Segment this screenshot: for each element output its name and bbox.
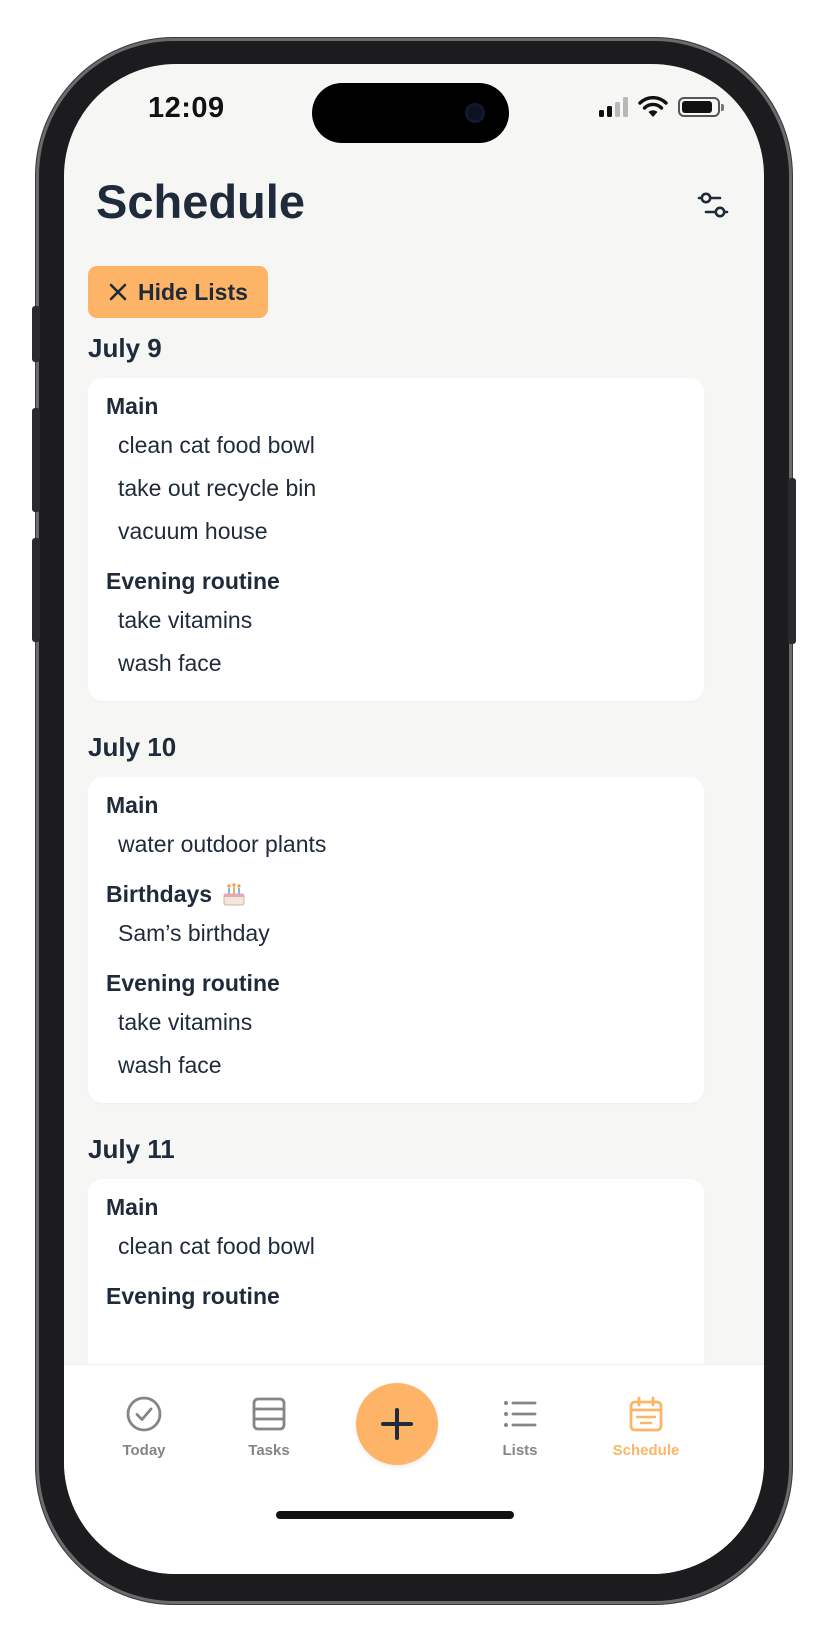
battery-icon <box>678 97 724 117</box>
task-item[interactable]: take out recycle bin <box>106 467 686 510</box>
calendar-icon <box>629 1396 663 1432</box>
tab-lists[interactable]: Lists <box>470 1395 570 1459</box>
volume-down-button <box>32 538 40 642</box>
close-icon <box>109 283 127 301</box>
tab-today[interactable]: Today <box>94 1395 194 1459</box>
tab-today-label: Today <box>122 1442 166 1459</box>
camera-icon <box>465 103 485 123</box>
home-indicator <box>276 1511 514 1519</box>
app-screen: 12:09 Schedule Hide Lists July 9 Main cl… <box>64 64 764 1574</box>
list-name: Main <box>106 1194 159 1220</box>
tab-schedule-label: Schedule <box>612 1442 680 1459</box>
list-name-with-emoji: Birthdays <box>106 876 686 912</box>
wifi-icon <box>638 96 668 117</box>
task-item[interactable]: vacuum house <box>106 510 686 553</box>
tab-lists-label: Lists <box>502 1442 538 1459</box>
list-icon <box>504 1401 537 1427</box>
filter-button[interactable] <box>696 188 730 222</box>
action-button <box>32 306 40 362</box>
check-circle-icon <box>126 1396 162 1432</box>
hide-lists-button[interactable]: Hide Lists <box>88 266 268 318</box>
task-item[interactable]: Sam’s birthday <box>106 912 686 955</box>
list-name: Evening routine <box>106 970 280 996</box>
page-title: Schedule <box>96 175 305 228</box>
task-item[interactable]: clean cat food bowl <box>106 424 686 467</box>
hide-lists-label: Hide Lists <box>138 278 248 305</box>
tab-bar: Today Tasks Lists Schedule <box>64 1364 764 1574</box>
task-item[interactable]: water outdoor plants <box>106 823 686 866</box>
task-item[interactable]: take vitamins <box>106 599 686 642</box>
list-name: Evening routine <box>106 1283 280 1309</box>
list-name: Main <box>106 393 159 419</box>
schedule-list: July 9 Main clean cat food bowl take out… <box>88 332 704 1480</box>
dynamic-island <box>312 83 509 143</box>
tab-tasks-label: Tasks <box>248 1442 290 1459</box>
day-card: Main clean cat food bowl take out recycl… <box>88 378 704 701</box>
tab-schedule[interactable]: Schedule <box>596 1395 696 1459</box>
list-name: Evening routine <box>106 568 280 594</box>
add-button[interactable] <box>356 1383 438 1465</box>
cellular-signal-icon <box>599 97 628 117</box>
list-name-text: Birthdays <box>106 881 213 907</box>
list-name: Main <box>106 792 159 818</box>
task-item[interactable]: take vitamins <box>106 1001 686 1044</box>
status-time: 12:09 <box>148 92 225 124</box>
power-button <box>788 478 796 644</box>
volume-up-button <box>32 408 40 512</box>
cake-icon <box>223 883 245 906</box>
day-date: July 9 <box>88 333 162 363</box>
task-item[interactable]: clean cat food bowl <box>106 1225 686 1268</box>
sliders-icon <box>697 192 729 218</box>
day-date: July 10 <box>88 732 177 762</box>
day-card: Main water outdoor plants Birthdays Sam’… <box>88 777 704 1103</box>
tasks-icon <box>252 1397 286 1431</box>
plus-icon <box>381 1408 413 1440</box>
task-item[interactable]: wash face <box>106 1044 686 1087</box>
task-item[interactable]: wash face <box>106 642 686 685</box>
tab-tasks[interactable]: Tasks <box>219 1395 319 1459</box>
status-bar: 12:09 <box>64 64 764 154</box>
system-icons <box>599 96 724 118</box>
day-date: July 11 <box>88 1134 175 1164</box>
